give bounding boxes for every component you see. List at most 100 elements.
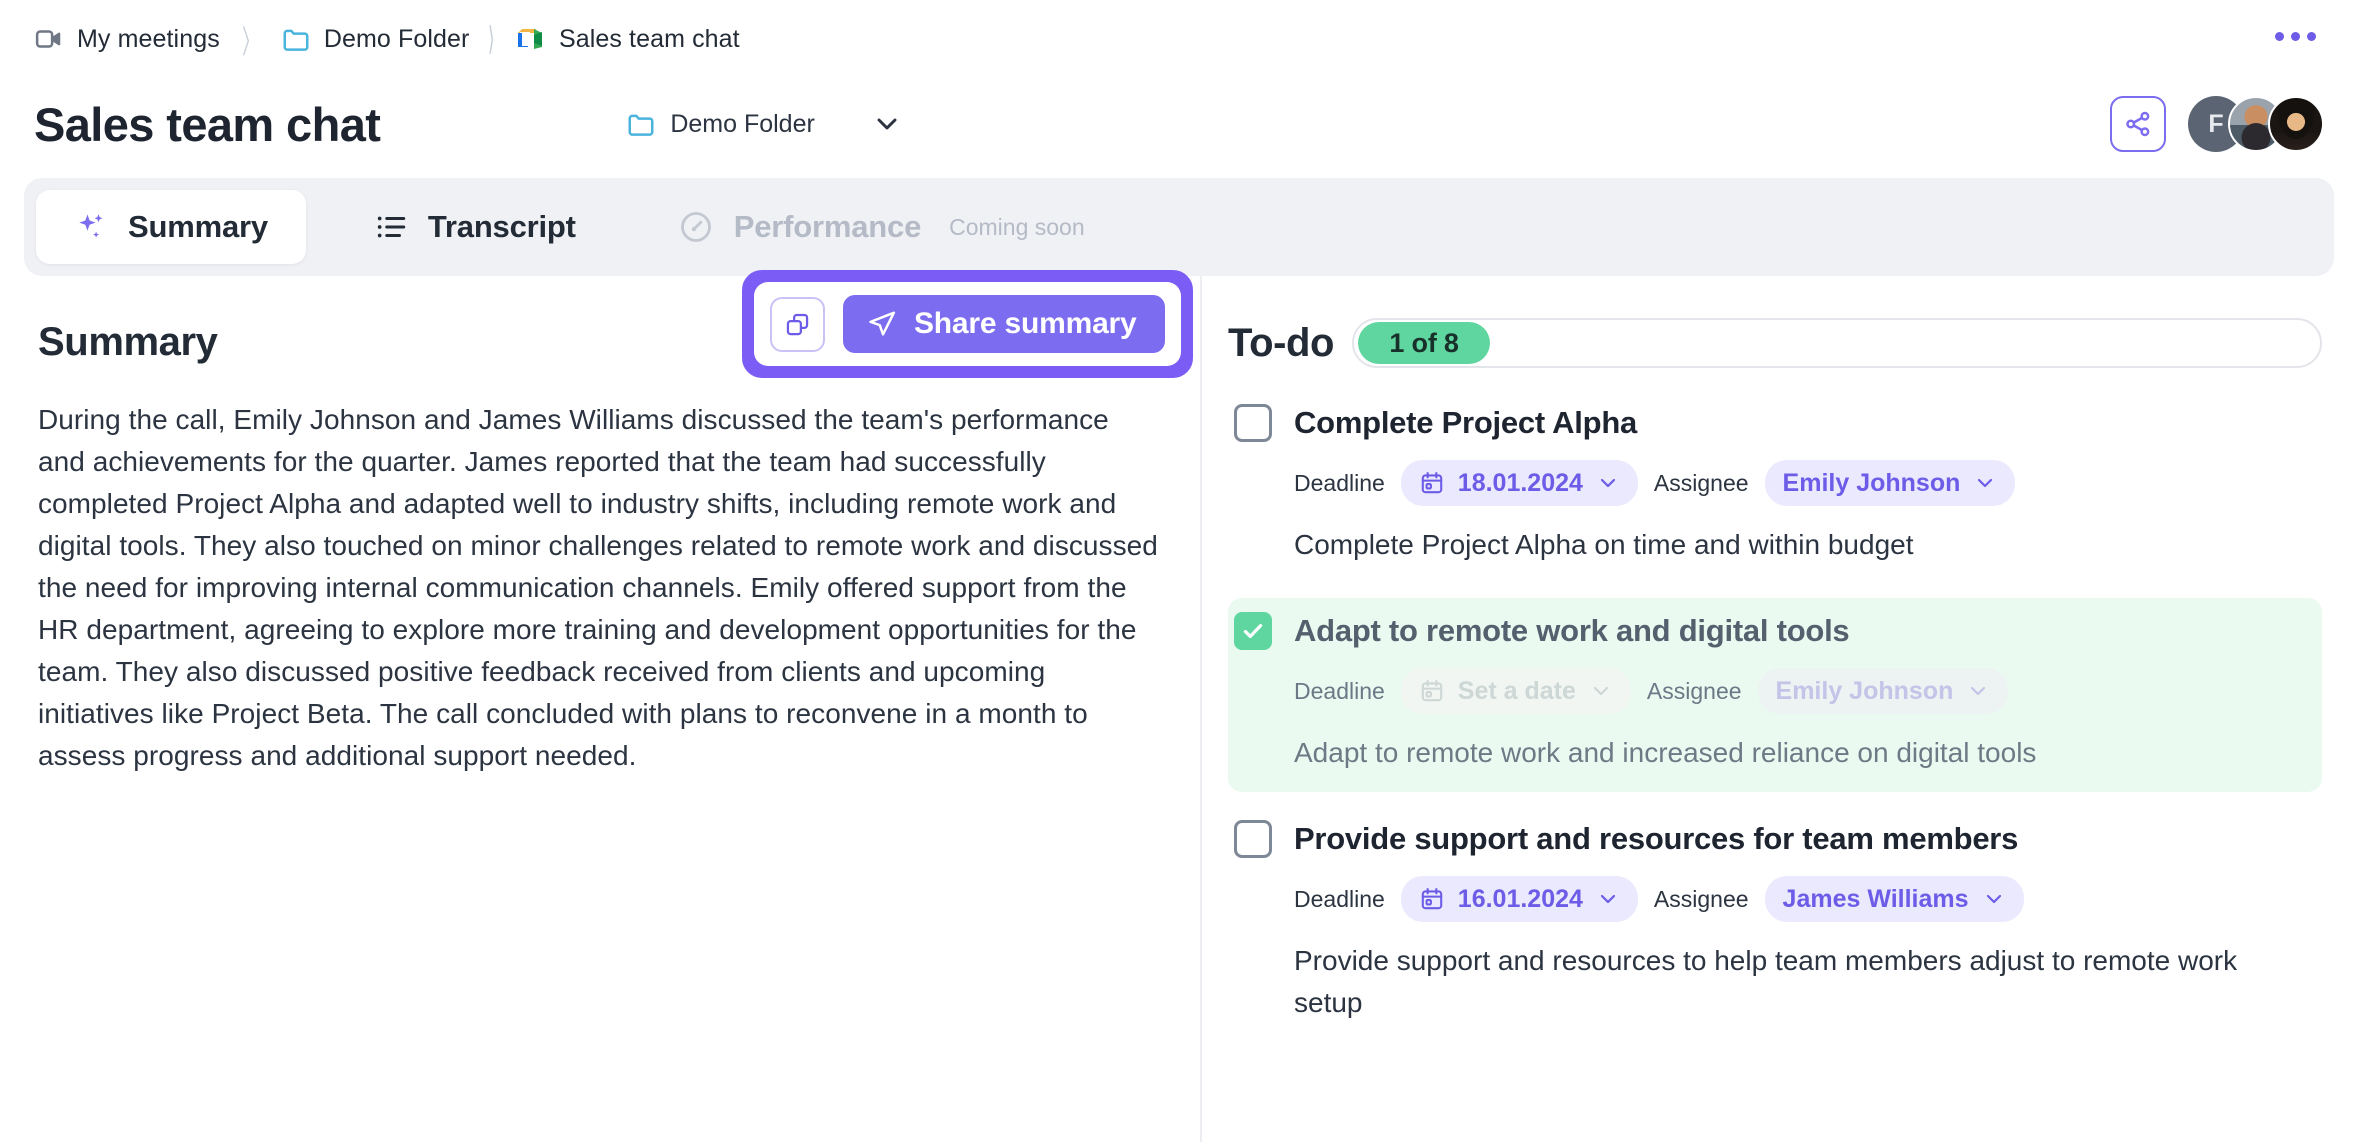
check-icon [1243,623,1263,639]
todo-item-header: Adapt to remote work and digital tools [1234,612,2306,650]
chevron-down-icon [1966,679,1990,703]
chevron-down-icon [1982,887,2006,911]
todo-checkbox[interactable] [1234,404,1272,442]
summary-panel: Summary During the call, Emily Johnson a… [0,270,1202,1142]
copy-button[interactable] [770,296,825,352]
chevron-down-icon [871,108,903,140]
share-summary-button[interactable]: Share summary [843,295,1165,353]
folder-icon [626,109,656,139]
tab-bar: Summary Transcript Performance Coming so… [24,178,2334,276]
deadline-value: 16.01.2024 [1457,884,1583,913]
tab-transcript[interactable]: Transcript [336,190,614,264]
todo-item-header: Complete Project Alpha [1234,404,2306,442]
todo-list: Complete Project Alpha Deadline 18.01.20… [1228,390,2322,1042]
gauge-icon [678,209,714,245]
deadline-value: 18.01.2024 [1457,468,1583,497]
tab-summary[interactable]: Summary [36,190,306,264]
todo-item-meta: Deadline 16.01.2024 Assignee James Willi… [1294,876,2306,922]
deadline-value: Set a date [1457,676,1576,705]
list-item[interactable]: Adapt to remote work and digital tools D… [1228,598,2322,792]
avatar [2268,96,2324,152]
dot [2291,32,2300,41]
breadcrumb-separator: ⟩ [488,20,495,57]
app-root: My meetings 〉 Demo Folder ⟩ Sales team c… [0,0,2358,1142]
dot [2307,32,2316,41]
dot [2275,32,2284,41]
content-area: Summary During the call, Emily Johnson a… [0,270,2358,1142]
share-nodes-icon [2123,109,2153,139]
list-icon [374,210,408,244]
list-item[interactable]: Provide support and resources for team m… [1228,806,2322,1042]
todo-item-title: Adapt to remote work and digital tools [1294,613,1850,648]
title-actions: F [2110,96,2324,152]
tab-label: Summary [128,209,268,244]
summary-body: During the call, Emily Johnson and James… [38,404,1158,771]
breadcrumb-item-sales-team-chat[interactable]: Sales team chat [514,23,740,55]
tab-performance: Performance Coming soon [640,190,1123,264]
todo-item-description: Complete Project Alpha on time and withi… [1294,529,1914,560]
assignee-label: Assignee [1653,469,1749,496]
todo-panel: To-do 1 of 8 Complete Project Alpha Dead… [1202,276,2358,1142]
todo-item-description: Adapt to remote work and increased relia… [1294,737,2037,768]
folder-selector[interactable]: Demo Folder [626,108,903,140]
assignee-picker[interactable]: James Williams [1764,876,2024,922]
todo-heading: To-do [1228,320,1335,365]
page-title: Sales team chat [34,97,381,151]
breadcrumb: My meetings 〉 Demo Folder ⟩ Sales team c… [0,0,2358,78]
todo-item-title: Complete Project Alpha [1294,405,1638,440]
assignee-value: Emily Johnson [1782,468,1961,497]
todo-item-header: Provide support and resources for team m… [1234,820,2306,858]
list-item[interactable]: Complete Project Alpha Deadline 18.01.20… [1228,390,2322,584]
todo-progress-label: 1 of 8 [1389,327,1459,358]
chevron-down-icon [1596,471,1620,495]
deadline-label: Deadline [1294,469,1385,496]
breadcrumb-label: Demo Folder [323,24,470,53]
video-camera-icon [34,24,64,54]
share-summary-label: Share summary [914,307,1137,340]
calendar-icon [1419,470,1445,496]
paper-plane-icon [867,309,897,339]
todo-item-description: Provide support and resources to help te… [1294,945,2238,1018]
deadline-picker[interactable]: 18.01.2024 [1400,460,1638,506]
share-summary-highlight: Share summary [742,270,1193,378]
todo-checkbox[interactable] [1234,820,1272,858]
todo-progress-fill: 1 of 8 [1358,322,1491,364]
breadcrumb-item-my-meetings[interactable]: My meetings [34,24,220,54]
folder-selector-label: Demo Folder [670,109,815,138]
assignee-picker[interactable]: Emily Johnson [1764,460,2016,506]
share-summary-toolbar: Share summary [754,282,1181,366]
todo-item-title: Provide support and resources for team m… [1294,821,2019,856]
avatar-group[interactable]: F [2188,96,2324,152]
calendar-icon [1419,678,1445,704]
calendar-icon [1419,886,1445,912]
chevron-down-icon [1589,679,1613,703]
share-button[interactable] [2110,96,2166,152]
assignee-label: Assignee [1646,677,1742,704]
google-meet-icon [514,23,546,55]
sparkle-icon [74,210,108,244]
tab-label: Performance [733,209,922,244]
deadline-label: Deadline [1294,677,1385,704]
breadcrumb-label: My meetings [77,24,220,53]
assignee-picker[interactable]: Emily Johnson [1757,668,2009,714]
todo-item-meta: Deadline 18.01.2024 Assignee Emily Johns… [1294,460,2306,506]
breadcrumb-item-demo-folder[interactable]: Demo Folder [281,24,470,54]
chevron-down-icon [1596,887,1620,911]
assignee-label: Assignee [1653,885,1749,912]
title-row: Sales team chat Demo Folder F [0,78,2358,170]
ellipsis-icon[interactable] [2267,24,2324,49]
assignee-value: James Williams [1782,884,1969,913]
todo-progress-bar: 1 of 8 [1352,318,2322,368]
breadcrumb-label: Sales team chat [558,24,740,53]
todo-checkbox[interactable] [1234,612,1272,650]
todo-item-meta: Deadline Set a date Assignee Emily Johns… [1294,668,2306,714]
breadcrumb-separator: 〉 [241,24,259,60]
deadline-picker[interactable]: 16.01.2024 [1400,876,1638,922]
assignee-value: Emily Johnson [1775,676,1954,705]
copy-icon [784,311,811,338]
deadline-picker[interactable]: Set a date [1400,668,1631,714]
todo-header: To-do 1 of 8 [1228,318,2322,368]
folder-icon [281,24,311,54]
